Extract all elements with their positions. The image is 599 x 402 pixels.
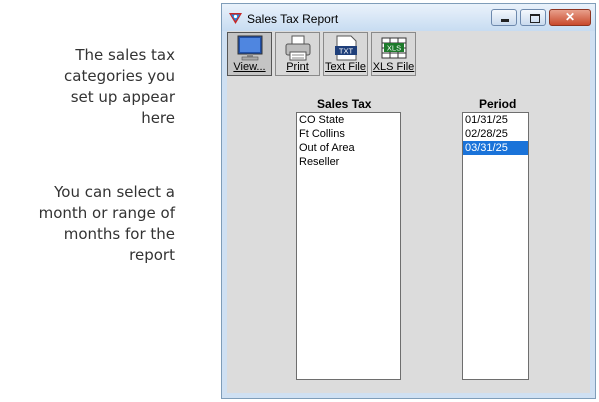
- report-client-area: View... Print TXT Text File XLS XLS File…: [227, 31, 590, 393]
- period-item[interactable]: 02/28/25: [463, 127, 528, 141]
- annotation-line: categories you: [64, 67, 175, 85]
- annotation-line: You can select a: [54, 183, 175, 201]
- close-button[interactable]: ✕: [549, 9, 591, 26]
- view-button-label: View...: [233, 61, 266, 73]
- period-item[interactable]: 01/31/25: [463, 113, 528, 127]
- annotation-line: report: [129, 246, 175, 264]
- sales-tax-header: Sales Tax: [317, 97, 372, 111]
- period-item-selected[interactable]: 03/31/25: [463, 141, 528, 155]
- period-header: Period: [479, 97, 517, 111]
- xls-file-button-label: XLS File: [372, 61, 415, 73]
- print-button[interactable]: Print: [275, 32, 320, 76]
- xls-icon-text: XLS: [387, 44, 401, 53]
- sales-tax-listbox[interactable]: CO State Ft Collins Out of Area Reseller: [296, 112, 401, 380]
- annotation-line: here: [141, 109, 175, 127]
- minimize-icon: [501, 19, 509, 22]
- xls-file-icon: XLS: [381, 37, 407, 59]
- close-icon: ✕: [564, 10, 576, 24]
- monitor-icon: [237, 35, 263, 61]
- annotation-line: month or range of: [38, 204, 175, 222]
- txt-icon-text: TXT: [339, 47, 354, 56]
- sales-tax-item[interactable]: Out of Area: [297, 141, 400, 155]
- period-listbox[interactable]: 01/31/25 02/28/25 03/31/25: [462, 112, 529, 380]
- annotation-line: set up appear: [70, 88, 175, 106]
- xls-file-button[interactable]: XLS XLS File: [371, 32, 416, 76]
- view-button[interactable]: View...: [227, 32, 272, 76]
- maximize-button[interactable]: [520, 9, 546, 26]
- annotation-line: The sales tax: [75, 46, 175, 64]
- sales-tax-item[interactable]: CO State: [297, 113, 400, 127]
- sales-tax-item[interactable]: Reseller: [297, 155, 400, 169]
- text-file-button[interactable]: TXT Text File: [323, 32, 368, 76]
- text-file-icon: TXT: [335, 35, 357, 61]
- annotation-period-selection: You can select a month or range of month…: [39, 182, 175, 266]
- maximize-icon: [530, 14, 540, 23]
- annotation-line: months for the: [63, 225, 175, 243]
- sales-tax-report-window: Sales Tax Report ✕ View... Print TXT Tex…: [221, 3, 596, 399]
- title-bar[interactable]: Sales Tax Report ✕: [222, 4, 595, 31]
- annotation-sales-tax-categories: The sales tax categories you set up appe…: [64, 45, 175, 129]
- minimize-button[interactable]: [491, 9, 517, 26]
- text-file-button-label: Text File: [325, 61, 366, 73]
- sales-tax-item[interactable]: Ft Collins: [297, 127, 400, 141]
- print-button-label: Print: [286, 61, 309, 73]
- window-title: Sales Tax Report: [247, 12, 339, 26]
- app-icon: [229, 13, 242, 24]
- printer-icon: [285, 35, 311, 61]
